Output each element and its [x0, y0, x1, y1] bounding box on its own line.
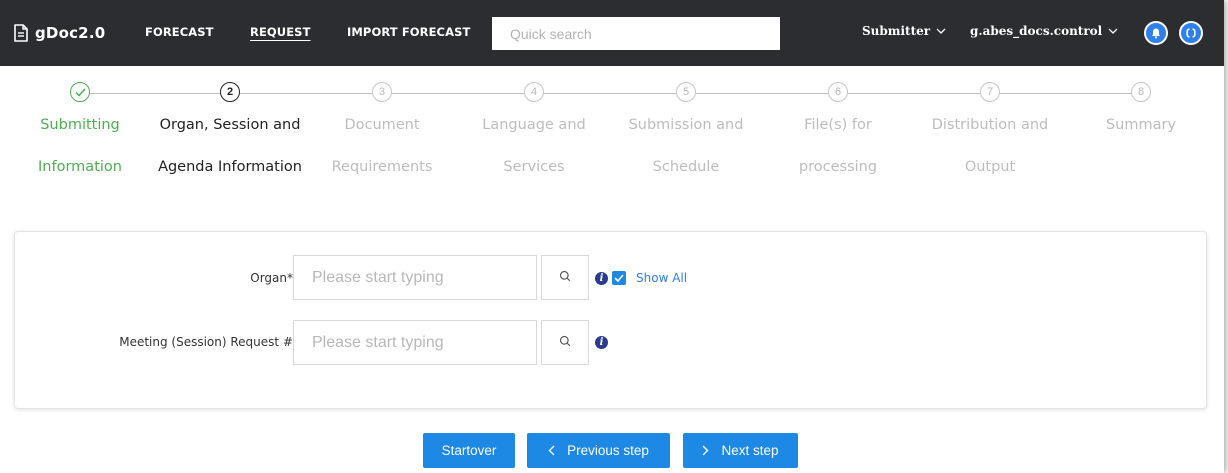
bell-icon	[1150, 27, 1162, 39]
previous-step-button[interactable]: Previous step	[527, 433, 670, 468]
step-5-label: Submission and Schedule	[610, 104, 762, 188]
chevron-down-icon	[1108, 28, 1118, 35]
step-5-label-line2: Schedule	[652, 159, 720, 175]
step-7[interactable]: 7 Distribution and Output	[914, 82, 1066, 188]
nav-import-forecast[interactable]: IMPORT FORECAST	[347, 25, 470, 39]
chevron-down-icon	[936, 28, 946, 35]
organ-label: Organ*	[250, 271, 293, 285]
show-all-checkbox[interactable]	[612, 271, 626, 285]
search-icon	[559, 269, 571, 287]
step-8-number: 8	[1131, 82, 1151, 102]
step-3-label-line1: Document	[344, 117, 420, 133]
step-5-number: 5	[676, 82, 696, 102]
app-title: gDoc2.0	[35, 24, 106, 42]
step-3[interactable]: 3 Document Requirements	[306, 82, 458, 188]
role-dropdown[interactable]: Submitter	[862, 24, 946, 38]
meeting-request-input[interactable]	[293, 320, 537, 365]
step-2-number: 2	[220, 82, 240, 102]
step-3-label-line2: Requirements	[331, 159, 433, 175]
next-step-button[interactable]: Next step	[683, 433, 798, 468]
step-8[interactable]: 8 Summary	[1065, 82, 1217, 146]
next-step-label: Next step	[721, 443, 779, 458]
step-4[interactable]: 4 Language and Services	[458, 82, 610, 188]
app-window: gDoc2.0 FORECAST REQUEST IMPORT FORECAST…	[0, 0, 1224, 473]
document-icon	[13, 24, 29, 42]
nav-request[interactable]: REQUEST	[250, 25, 311, 39]
step-8-label-line1: Summary	[1105, 117, 1177, 133]
step-2-label: Organ, Session and Agenda Information	[154, 104, 306, 188]
step-7-label-line1: Distribution and	[931, 117, 1049, 133]
meeting-lookup-button[interactable]	[541, 320, 589, 365]
search-icon	[559, 334, 571, 352]
step-6-number: 6	[828, 82, 848, 102]
step-6-label-line2: processing	[798, 159, 878, 175]
meeting-request-label: Meeting (Session) Request #	[119, 335, 293, 349]
user-dropdown[interactable]: g.abes_docs.control	[970, 24, 1118, 38]
step-7-label: Distribution and Output	[914, 104, 1066, 188]
wizard-stepper: Submitting Information 2 Organ, Session …	[0, 66, 1224, 206]
step-4-number: 4	[524, 82, 544, 102]
chevron-right-icon	[702, 445, 709, 456]
organ-input[interactable]	[293, 255, 537, 300]
step-8-label: Summary	[1065, 104, 1217, 146]
role-label: Submitter	[862, 24, 931, 38]
step-1-label: Submitting Information	[4, 104, 156, 188]
step-5[interactable]: 5 Submission and Schedule	[610, 82, 762, 188]
step-2[interactable]: 2 Organ, Session and Agenda Information	[154, 82, 306, 188]
organ-session-form-card: Organ* i Show All Meeting (Session) Requ…	[14, 231, 1207, 409]
startover-label: Startover	[441, 443, 497, 458]
step-7-label-line2: Output	[964, 159, 1016, 175]
step-1-label-line1: Submitting	[40, 117, 120, 133]
step-4-label-line1: Language and	[482, 117, 586, 133]
nav-forecast[interactable]: FORECAST	[145, 25, 214, 39]
username-label: g.abes_docs.control	[970, 24, 1103, 38]
quick-search-input[interactable]	[492, 17, 780, 50]
step-6[interactable]: 6 File(s) for processing	[762, 82, 914, 188]
step-6-label: File(s) for processing	[762, 104, 914, 188]
sync-icon	[1185, 27, 1197, 39]
previous-step-label: Previous step	[567, 443, 649, 458]
show-all-label[interactable]: Show All	[636, 271, 687, 285]
meeting-info-icon[interactable]: i	[595, 336, 608, 349]
step-1-label-line2: Information	[38, 159, 122, 175]
organ-lookup-button[interactable]	[541, 255, 589, 300]
step-3-number: 3	[372, 82, 392, 102]
step-1[interactable]: Submitting Information	[4, 82, 156, 188]
startover-button[interactable]: Startover	[423, 433, 515, 468]
step-5-label-line1: Submission and	[628, 117, 744, 133]
step-2-label-line1: Organ, Session and	[159, 117, 301, 133]
step-2-label-line2: Agenda Information	[158, 159, 302, 175]
sync-button[interactable]	[1179, 21, 1203, 45]
top-navigation-bar: gDoc2.0 FORECAST REQUEST IMPORT FORECAST…	[0, 0, 1224, 66]
app-brand[interactable]: gDoc2.0	[13, 20, 105, 46]
organ-info-icon[interactable]: i	[595, 272, 608, 285]
step-1-check-icon	[70, 82, 90, 102]
step-6-label-line1: File(s) for	[804, 117, 872, 133]
notifications-button[interactable]	[1144, 21, 1168, 45]
chevron-left-icon	[548, 445, 555, 456]
step-4-label: Language and Services	[458, 104, 610, 188]
checkmark-icon	[614, 269, 624, 287]
step-3-label: Document Requirements	[306, 104, 458, 188]
step-4-label-line2: Services	[503, 159, 565, 175]
step-7-number: 7	[980, 82, 1000, 102]
